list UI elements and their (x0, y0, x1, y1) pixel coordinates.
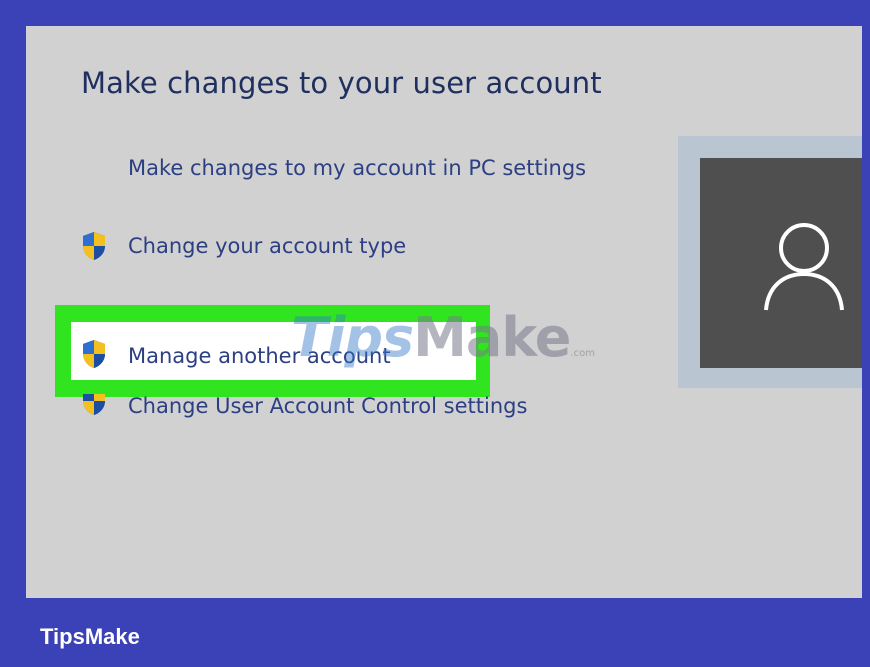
shield-icon (83, 340, 105, 368)
pc-settings-link[interactable]: Make changes to my account in PC setting… (128, 156, 586, 180)
watermark-tips: Tips (291, 306, 414, 369)
watermark-domain: .com (570, 348, 595, 359)
watermark-make: Make (413, 306, 571, 369)
user-icon (764, 223, 844, 311)
shield-icon (83, 232, 105, 260)
account-picture-frame (678, 136, 862, 388)
tutorial-frame: Make changes to your user account Make c… (0, 0, 870, 667)
change-account-type-link[interactable]: Change your account type (128, 234, 406, 258)
page-title: Make changes to your user account (81, 66, 602, 100)
user-accounts-panel: Make changes to your user account Make c… (26, 26, 862, 598)
watermark: TipsMake.com (291, 306, 595, 369)
uac-settings-link[interactable]: Change User Account Control settings (128, 394, 527, 418)
avatar[interactable] (700, 158, 862, 368)
shield-icon (83, 394, 105, 415)
brand-logo: TipsMake (40, 624, 140, 649)
